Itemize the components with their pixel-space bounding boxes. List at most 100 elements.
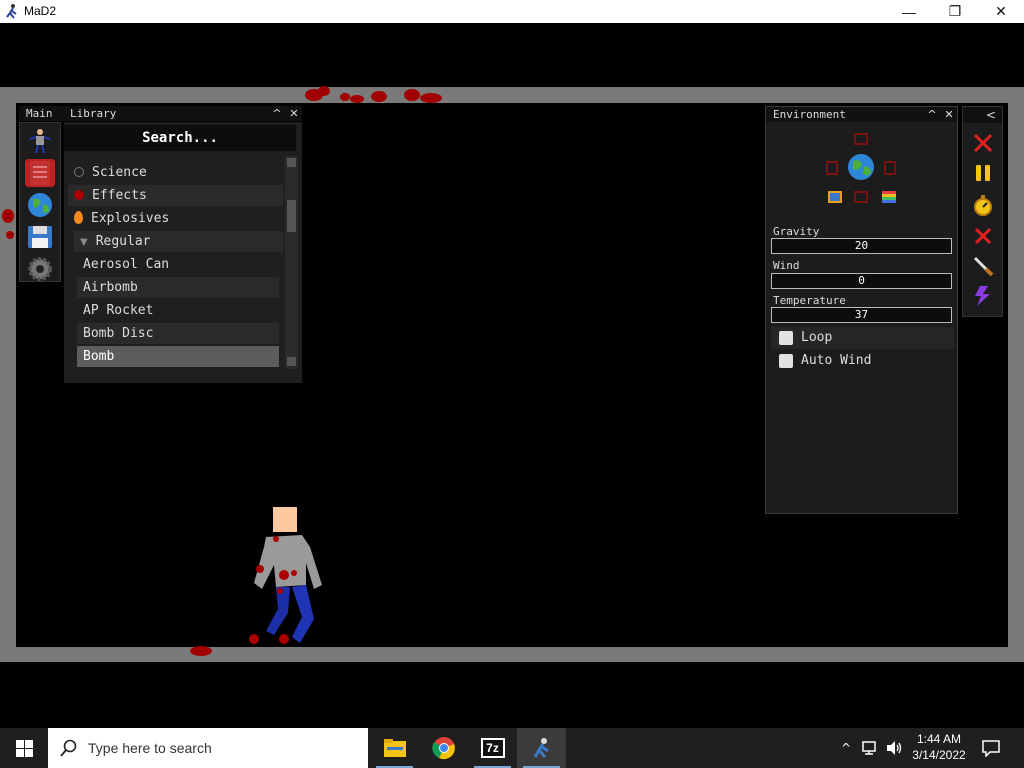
list-item-bomb-disc[interactable]: Bomb Disc xyxy=(77,323,279,344)
scrollbar-thumb[interactable] xyxy=(287,200,296,232)
tools-panel: < xyxy=(962,106,1003,317)
background-layers-toggle[interactable] xyxy=(882,191,896,203)
gravity-label: Gravity xyxy=(773,225,820,238)
atom-icon xyxy=(74,167,84,177)
list-item-label: Effects xyxy=(92,188,147,203)
auto-wind-checkbox-row[interactable]: Auto Wind xyxy=(771,350,954,372)
7zip-label: 7z xyxy=(480,738,505,758)
gear-icon[interactable] xyxy=(25,255,55,283)
taskbar: Type here to search 7z ^ 1:44 AM 3/14/20… xyxy=(0,728,1024,768)
top-wall-toggle[interactable] xyxy=(854,133,868,145)
taskbar-search-placeholder: Type here to search xyxy=(88,740,212,756)
blood-splatter xyxy=(6,231,14,239)
windows-icon xyxy=(16,740,33,757)
clock-date: 3/14/2022 xyxy=(912,748,966,762)
temperature-field[interactable]: 37 xyxy=(771,307,952,323)
globe-icon[interactable] xyxy=(25,191,55,219)
notifications-icon[interactable] xyxy=(982,739,1000,757)
floppy-icon[interactable] xyxy=(25,223,55,251)
ragdoll-icon[interactable] xyxy=(25,127,55,155)
tab-library[interactable]: Library xyxy=(70,107,116,120)
loop-checkbox-row[interactable]: Loop xyxy=(771,327,954,349)
close-panel-button[interactable]: ✕ xyxy=(286,106,302,121)
auto-wind-label: Auto Wind xyxy=(801,353,872,368)
effects-icon xyxy=(74,190,84,200)
globe-icon[interactable] xyxy=(847,153,875,181)
blood-splatter xyxy=(340,93,350,101)
taskbar-clock[interactable]: 1:44 AM 3/14/2022 xyxy=(908,731,970,763)
clock-time: 1:44 AM xyxy=(916,732,962,746)
mad2-app-icon xyxy=(6,4,17,19)
loop-label: Loop xyxy=(801,330,833,345)
blood-splatter xyxy=(350,95,364,103)
collapse-tools-button[interactable]: < xyxy=(963,107,1002,123)
list-item-airbomb[interactable]: Airbomb xyxy=(77,277,279,298)
lightning-icon[interactable] xyxy=(971,284,995,308)
auto-wind-checkbox[interactable] xyxy=(779,354,793,368)
close-panel-button[interactable]: ✕ xyxy=(941,107,957,122)
taskbar-search[interactable]: Type here to search xyxy=(48,728,368,768)
list-item-aerosol-can[interactable]: Aerosol Can xyxy=(77,254,279,275)
list-item-effects[interactable]: Effects xyxy=(68,185,283,206)
library-panel: Main Library ^ ✕ Search... Science Effec… xyxy=(19,106,302,383)
list-item-bomb[interactable]: Bomb xyxy=(77,346,279,367)
book-icon[interactable] xyxy=(25,159,55,187)
environment-panel-header: Environment ^ ✕ xyxy=(766,107,957,122)
blood-splatter xyxy=(420,93,442,103)
scrollbar-down-arrow[interactable] xyxy=(287,357,296,366)
window-title: MaD2 xyxy=(24,4,57,18)
bottom-wall-toggle[interactable] xyxy=(854,191,868,203)
list-item-label: Science xyxy=(92,165,147,180)
temperature-label: Temperature xyxy=(773,294,846,307)
scrollbar-up-arrow[interactable] xyxy=(287,158,296,167)
start-button[interactable] xyxy=(0,728,48,768)
minimize-button[interactable]: — xyxy=(886,0,932,23)
loop-checkbox[interactable] xyxy=(779,331,793,345)
water-toggle[interactable] xyxy=(828,191,842,203)
collapse-panel-button[interactable]: ^ xyxy=(924,107,940,122)
red-x-icon[interactable] xyxy=(971,131,995,155)
title-bar: MaD2 — ❐ ✕ xyxy=(0,0,1024,23)
collapse-panel-button[interactable]: ^ xyxy=(269,106,285,121)
blood-splatter xyxy=(190,646,212,656)
network-icon[interactable] xyxy=(862,740,880,756)
tab-main[interactable]: Main xyxy=(26,107,53,120)
library-panel-header: Main Library ^ ✕ xyxy=(19,106,302,121)
library-search-input[interactable]: Search... xyxy=(64,125,296,151)
close-window-button[interactable]: ✕ xyxy=(978,0,1024,23)
library-list-area: Search... Science Effects Explosives ▼ Re… xyxy=(64,122,302,383)
file-explorer-icon[interactable] xyxy=(370,728,419,768)
blood-splatter xyxy=(404,89,420,101)
app-window: MaD2 — ❐ ✕ Main Library ^ ✕ Search... Sc… xyxy=(0,0,1024,728)
environment-panel-title: Environment xyxy=(773,108,846,121)
mad2-icon[interactable] xyxy=(517,728,566,768)
stopwatch-icon[interactable] xyxy=(971,193,995,217)
list-item-explosives[interactable]: Explosives xyxy=(68,208,283,229)
wind-field[interactable]: 0 xyxy=(771,273,952,289)
list-item-ap-rocket[interactable]: AP Rocket xyxy=(77,300,279,321)
search-icon xyxy=(60,739,77,757)
list-item-regular[interactable]: ▼ Regular xyxy=(74,231,283,252)
environment-panel: Environment ^ ✕ Gravity 20 Wind 0 Temper… xyxy=(765,106,958,514)
maximize-button[interactable]: ❐ xyxy=(932,0,978,23)
library-scrollbar[interactable] xyxy=(285,156,298,369)
knife-icon[interactable] xyxy=(971,254,995,278)
chrome-icon[interactable] xyxy=(419,728,468,768)
gravity-field[interactable]: 20 xyxy=(771,238,952,254)
left-wall-toggle[interactable] xyxy=(826,161,838,175)
wind-label: Wind xyxy=(773,259,800,272)
right-wall-toggle[interactable] xyxy=(884,161,896,175)
chevron-up-icon[interactable]: ^ xyxy=(838,738,854,758)
list-item-label: Explosives xyxy=(91,211,170,226)
blood-splatter xyxy=(2,209,14,223)
7zip-icon[interactable]: 7z xyxy=(468,728,517,768)
triangle-down-icon: ▼ xyxy=(80,237,88,248)
fire-icon xyxy=(74,211,83,224)
blood-splatter xyxy=(371,91,387,102)
ragdoll-figure[interactable] xyxy=(244,505,328,649)
pause-icon[interactable] xyxy=(971,161,995,185)
list-item-science[interactable]: Science xyxy=(68,162,283,183)
volume-icon[interactable] xyxy=(886,740,904,756)
list-item-label: Regular xyxy=(95,234,151,249)
red-x-small-icon[interactable] xyxy=(971,224,995,248)
